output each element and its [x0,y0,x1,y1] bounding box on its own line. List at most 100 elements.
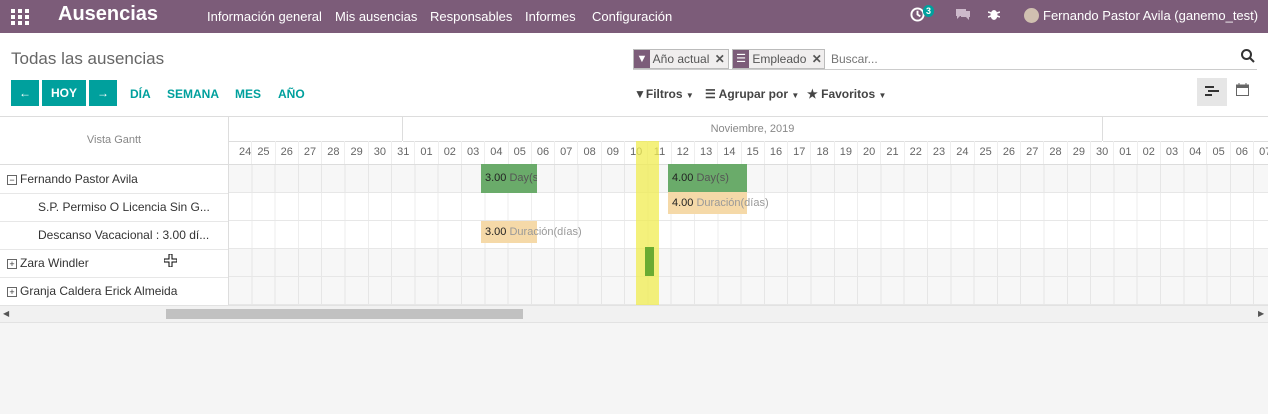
row-label-granja[interactable]: + Granja Caldera Erick Almeida [0,277,229,306]
day-header-cell: 21 [881,141,905,164]
day-header-cell: 28 [1044,141,1068,164]
day-header-cell: 30 [369,141,393,164]
user-name: Fernando Pastor Avila (ganemo_test) [1043,8,1259,23]
prev-button[interactable]: ← [11,80,39,106]
menu-responsables[interactable]: Responsables [430,9,512,24]
row-label-descanso[interactable]: Descanso Vacacional : 3.00 dí... [0,221,229,250]
gantt-bar[interactable]: 3.00 Duración(días) [481,221,582,243]
day-header-cell: 15 [742,141,765,164]
horizontal-scrollbar[interactable]: ◀ ▶ [0,305,1268,323]
search-icon[interactable] [1241,49,1255,67]
day-header-cell: 09 [602,141,626,164]
today-button[interactable]: HOY [42,80,86,106]
day-header-cell: 07 [1254,141,1268,164]
day-header-cell: 30 [1091,141,1115,164]
gantt-bar[interactable]: 4.00 Day(s) [668,164,747,193]
gantt-bar[interactable]: 3.00 Day(s) [481,164,537,193]
favorites-label: Favoritos [821,87,876,101]
filters-label: Filtros [645,87,683,101]
calendar-view-button[interactable] [1227,78,1257,106]
facet-ano-actual[interactable]: ▼ Año actual ✕ [633,49,729,69]
day-header-cell: 08 [578,141,602,164]
day-header-cell: 05 [1207,141,1231,164]
today-column [636,141,659,305]
favorites-dropdown[interactable]: ★ Favoritos ▼ [807,87,886,101]
bars-icon: ☰ [705,87,716,101]
day-header-cell: 12 [672,141,695,164]
filters-dropdown[interactable]: ▼Filtros ▼ [634,87,694,101]
scroll-right-icon[interactable]: ▶ [1258,309,1264,318]
scale-month[interactable]: MES [235,87,261,101]
day-header-cell: 17 [788,141,812,164]
day-header-cell: 27 [1021,141,1045,164]
scroll-left-icon[interactable]: ◀ [3,309,9,318]
month-header: Noviembre, 2019 [403,117,1102,142]
app-name[interactable]: Ausencias [58,3,158,26]
apps-icon[interactable] [11,9,29,25]
filter-icon: ▼ [634,87,646,101]
scrollbar-thumb[interactable] [166,309,523,319]
day-header-cell: 25 [975,141,998,164]
facet-empleado[interactable]: ☰ Empleado ✕ [732,49,825,69]
expand-icon[interactable]: + [7,287,17,297]
bar-unit: Duración(días) [509,226,582,238]
day-header-cell: 01 [415,141,439,164]
day-header-cell: 04 [1184,141,1208,164]
gantt-row [229,165,1268,193]
row-label-permiso[interactable]: S.P. Permiso O Licencia Sin G... [0,193,229,222]
collapse-icon[interactable]: − [7,175,17,185]
day-header-cell: 27 [299,141,323,164]
day-header-cell: 20 [858,141,882,164]
chat-icon[interactable] [955,7,971,24]
remove-facet-icon[interactable]: ✕ [715,52,725,66]
day-header-cell: 29 [345,141,369,164]
groupby-dropdown[interactable]: ☰ Agrupar por ▼ [705,87,799,101]
gantt-view: Vista Gantt Noviembre, 2019 24 25 26 27 28 29… [0,117,1268,306]
bar-unit: Day(s) [696,172,729,184]
star-icon: ★ [807,87,818,101]
row-label-fernando[interactable]: − Fernando Pastor Avila [0,165,229,194]
scale-day[interactable]: DÍA [130,87,151,101]
menu-configuracion[interactable]: Configuración [592,9,672,24]
search-input[interactable] [829,49,1233,69]
bar-value: 3.00 [485,172,507,184]
day-header-cell: 02 [1138,141,1161,164]
day-header-cell: 19 [835,141,859,164]
day-header-cell: 24 [951,141,975,164]
scale-week[interactable]: SEMANA [167,87,219,101]
day-header-cell: 02 [439,141,462,164]
day-header-cell: 23 [928,141,952,164]
expand-icon[interactable]: + [7,259,17,269]
move-cursor-icon [164,254,177,267]
day-header-cell: 25 [252,141,276,164]
day-header-cell: 16 [765,141,789,164]
gantt-bar[interactable]: 4.00 Duración(días) [668,192,769,214]
month-divider [1102,117,1103,141]
user-menu[interactable]: Fernando Pastor Avila (ganemo_test) ▼ [1024,8,1268,23]
row-label-zara[interactable]: + Zara Windler [0,249,229,278]
scale-year[interactable]: AÑO [278,87,305,101]
bar-value: 3.00 [485,226,507,238]
groupby-label: Agrupar por [718,87,788,101]
row-label-text: S.P. Permiso O Licencia Sin G... [38,200,210,214]
gantt-pill[interactable] [645,247,654,276]
gantt-view-button[interactable] [1197,78,1227,106]
day-header-cell: 24 [229,141,253,164]
row-label-text: Granja Caldera Erick Almeida [20,284,178,298]
next-button[interactable]: → [89,80,117,106]
menu-informacion-general[interactable]: Información general [207,9,322,24]
day-header-cell: 14 [718,141,742,164]
remove-facet-icon[interactable]: ✕ [812,52,822,66]
gantt-row [229,277,1268,305]
control-panel: Todas las ausencias ▼ Año actual ✕ ☰ Emp… [0,33,1268,117]
day-header-cell: 05 [509,141,532,164]
search-bar: ▼ Año actual ✕ ☰ Empleado ✕ [633,48,1257,70]
menu-mis-ausencias[interactable]: Mis ausencias [335,9,417,24]
menu-informes[interactable]: Informes [525,9,576,24]
day-header-cell: 07 [555,141,579,164]
day-header-cell: 26 [998,141,1022,164]
bar-value: 4.00 [672,172,694,184]
day-header-cell: 06 [532,141,556,164]
month-header-next [1103,117,1268,142]
bug-icon[interactable] [987,7,1001,24]
